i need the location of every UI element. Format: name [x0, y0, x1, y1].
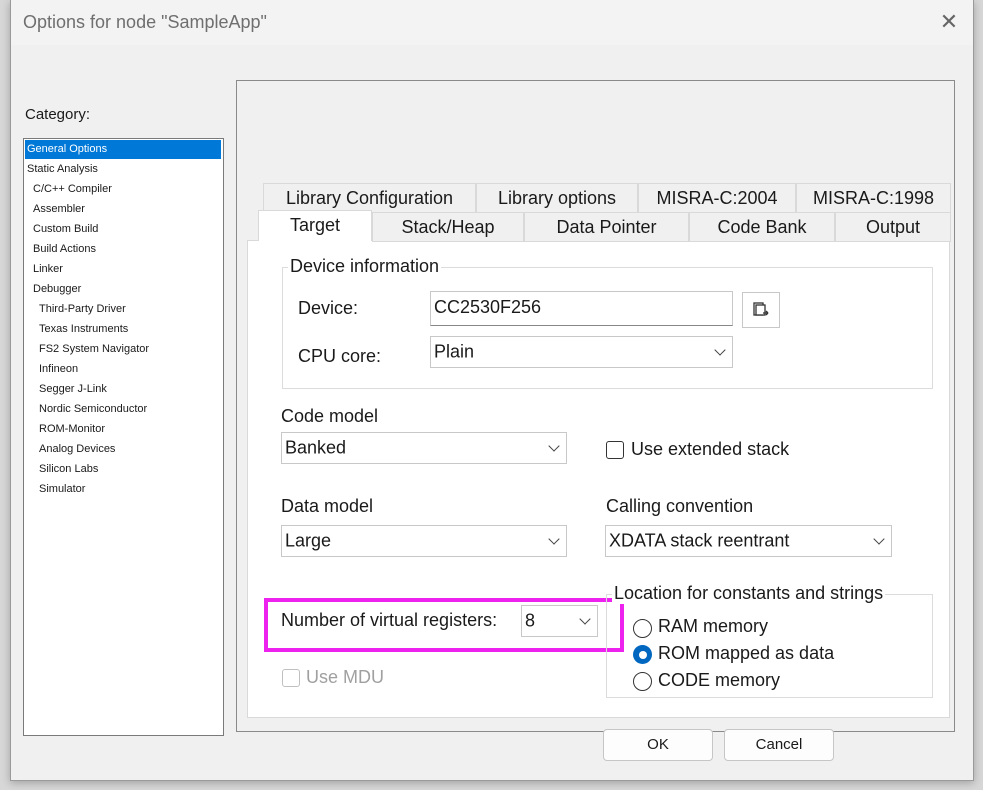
tab-stack-heap[interactable]: Stack/Heap — [372, 212, 524, 242]
browse-device-icon — [753, 302, 769, 316]
browse-device-button[interactable] — [742, 292, 780, 328]
data-model-label: Data model — [281, 496, 374, 516]
category-label: Category: — [25, 106, 91, 123]
category-item-nordic-semiconductor[interactable]: Nordic Semiconductor — [25, 400, 221, 419]
category-item-compiler[interactable]: C/C++ Compiler — [25, 180, 221, 199]
close-icon[interactable]: ✕ — [937, 10, 961, 34]
tab-data-pointer[interactable]: Data Pointer — [524, 212, 689, 242]
category-item-rom-monitor[interactable]: ROM-Monitor — [25, 420, 221, 439]
calling-convention-value: XDATA stack reentrant — [609, 530, 790, 551]
category-item-debugger[interactable]: Debugger — [25, 280, 221, 299]
chevron-down-icon — [548, 440, 560, 452]
use-extended-stack-checkbox[interactable] — [606, 441, 624, 459]
calling-convention-select[interactable]: XDATA stack reentrant — [605, 525, 892, 557]
code-model-label: Code model — [281, 406, 379, 426]
calling-convention-label: Calling convention — [606, 496, 754, 516]
code-model-value: Banked — [285, 437, 347, 458]
category-item-build-actions[interactable]: Build Actions — [25, 240, 221, 259]
device-field[interactable]: CC2530F256 — [430, 291, 733, 326]
category-item-segger-jlink[interactable]: Segger J-Link — [25, 380, 221, 399]
category-item-assembler[interactable]: Assembler — [25, 200, 221, 219]
code-memory-label: CODE memory — [658, 670, 781, 690]
title-bar: Options for node "SampleApp" ✕ — [11, 0, 973, 45]
rom-mapped-label: ROM mapped as data — [658, 643, 835, 663]
data-model-select[interactable]: Large — [281, 525, 567, 557]
device-information-title: Device information — [288, 256, 442, 277]
cpu-core-label: CPU core: — [298, 346, 382, 366]
category-item-general-options[interactable]: General Options — [25, 140, 221, 159]
category-item-custom-build[interactable]: Custom Build — [25, 220, 221, 239]
category-item-fs2-system-navigator[interactable]: FS2 System Navigator — [25, 340, 221, 359]
use-extended-stack-label: Use extended stack — [631, 439, 790, 459]
chevron-down-icon — [548, 533, 560, 545]
rom-mapped-radio[interactable] — [633, 645, 652, 664]
category-item-texas-instruments[interactable]: Texas Instruments — [25, 320, 221, 339]
virtual-registers-select[interactable]: 8 — [521, 605, 598, 637]
data-model-value: Large — [285, 530, 332, 551]
tab-code-bank[interactable]: Code Bank — [689, 212, 835, 242]
chevron-down-icon — [714, 344, 726, 356]
tab-misra-1998[interactable]: MISRA-C:1998 — [796, 183, 951, 213]
ram-memory-radio[interactable] — [633, 619, 652, 638]
tab-library-options[interactable]: Library options — [476, 183, 638, 213]
tab-target[interactable]: Target — [258, 210, 372, 241]
cancel-button[interactable]: Cancel — [724, 729, 834, 761]
ram-memory-label: RAM memory — [658, 616, 769, 636]
category-item-third-party-driver[interactable]: Third-Party Driver — [25, 300, 221, 319]
cpu-core-value: Plain — [434, 341, 475, 362]
category-item-analog-devices[interactable]: Analog Devices — [25, 440, 221, 459]
ok-button[interactable]: OK — [603, 729, 713, 761]
chevron-down-icon — [579, 613, 591, 625]
device-label: Device: — [298, 298, 359, 318]
code-model-select[interactable]: Banked — [281, 432, 567, 464]
category-item-simulator[interactable]: Simulator — [25, 480, 221, 499]
category-item-linker[interactable]: Linker — [25, 260, 221, 279]
device-information-group — [282, 267, 933, 389]
use-mdu-label: Use MDU — [306, 667, 385, 687]
tab-library-configuration[interactable]: Library Configuration — [263, 183, 476, 213]
tab-output[interactable]: Output — [835, 212, 951, 242]
virtual-registers-label: Number of virtual registers: — [281, 610, 498, 630]
virtual-registers-value: 8 — [525, 610, 536, 631]
use-mdu-checkbox[interactable] — [282, 669, 300, 687]
window-title: Options for node "SampleApp" — [23, 12, 267, 32]
category-item-infineon[interactable]: Infineon — [25, 360, 221, 379]
chevron-down-icon — [873, 533, 885, 545]
cpu-core-select[interactable]: Plain — [430, 336, 733, 368]
category-item-silicon-labs[interactable]: Silicon Labs — [25, 460, 221, 479]
category-list[interactable]: General Options Static Analysis C/C++ Co… — [23, 138, 224, 736]
code-memory-radio[interactable] — [633, 672, 652, 691]
tab-misra-2004[interactable]: MISRA-C:2004 — [638, 183, 796, 213]
category-item-static-analysis[interactable]: Static Analysis — [25, 160, 221, 179]
constants-location-title: Location for constants and strings — [612, 583, 886, 604]
